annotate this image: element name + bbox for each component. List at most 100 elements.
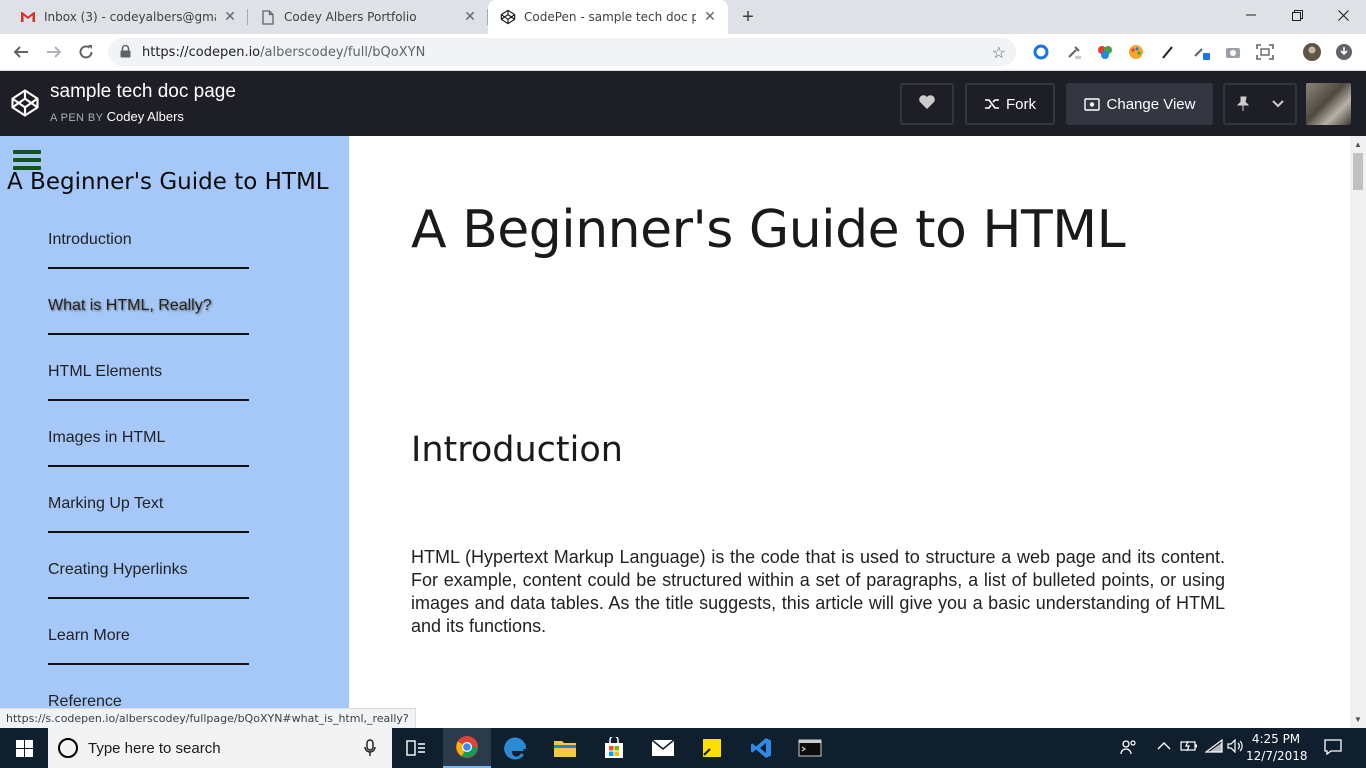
profile-avatar-icon[interactable]	[1302, 42, 1322, 62]
file-explorer-icon[interactable]	[541, 728, 589, 768]
tab-codepen[interactable]: CodePen - sample tech doc page ✕	[488, 0, 728, 34]
codepen-logo-icon[interactable]	[10, 88, 40, 123]
camera-icon[interactable]	[1223, 42, 1243, 62]
sticky-notes-icon[interactable]	[688, 728, 736, 768]
url-path: /alberscodey/full/bQoXYN	[260, 45, 426, 60]
lock-icon	[120, 44, 131, 63]
reload-icon[interactable]	[74, 40, 98, 64]
nav-link-hyperlinks[interactable]: Creating Hyperlinks	[48, 533, 249, 599]
system-clock[interactable]: 4:25 PM 12/7/2018	[1246, 731, 1308, 765]
nav-link-marking-up-text[interactable]: Marking Up Text	[48, 467, 249, 533]
url-text: https://codepen.io/alberscodey/full/bQoX…	[142, 45, 425, 60]
dropper-badge-icon[interactable]	[1192, 42, 1212, 62]
pen-byline: A PEN BY Codey Albers	[50, 109, 184, 124]
bookmark-star-icon[interactable]: ☆	[992, 43, 1006, 63]
nav-link-label: What is HTML, Really?	[48, 297, 212, 314]
battery-icon[interactable]	[1180, 739, 1198, 756]
nav-link-label: Introduction	[48, 231, 132, 248]
nav-link-introduction[interactable]: Introduction	[48, 203, 249, 269]
browser-tab-strip: Inbox (3) - codeyalbers@gmail.co ✕ Codey…	[0, 0, 1366, 34]
clock-date: 12/7/2018	[1246, 749, 1308, 763]
scroll-down-icon[interactable]: ▼	[1354, 715, 1362, 724]
nav-link-images[interactable]: Images in HTML	[48, 401, 249, 467]
microphone-icon[interactable]	[364, 739, 376, 762]
nav-link-learn-more[interactable]: Learn More	[48, 599, 249, 665]
palette-icon[interactable]	[1126, 42, 1146, 62]
sidebar-nav: A Beginner's Guide to HTML Introduction …	[0, 136, 349, 728]
terminal-icon[interactable]	[786, 728, 834, 768]
restore-button[interactable]	[1274, 0, 1320, 30]
people-icon[interactable]	[1120, 739, 1138, 758]
task-view-icon[interactable]	[392, 728, 440, 768]
codepen-header: sample tech doc page A PEN BY Codey Albe…	[0, 71, 1366, 136]
wifi-icon[interactable]	[1204, 738, 1223, 756]
notifications-icon[interactable]	[1324, 739, 1342, 758]
hamburger-menu-icon[interactable]	[13, 150, 41, 170]
nav-link-label: HTML Elements	[48, 363, 163, 380]
nav-link-label: Creating Hyperlinks	[48, 561, 188, 578]
chevron-down-icon[interactable]	[1272, 100, 1284, 108]
nav-link-label: Learn More	[48, 627, 130, 644]
gmail-icon	[20, 9, 36, 25]
fork-icon	[984, 97, 1000, 111]
minimize-button[interactable]	[1228, 0, 1274, 30]
like-button[interactable]	[900, 83, 954, 125]
taskbar-search-box[interactable]: Type here to search	[48, 728, 392, 768]
url-host: https://codepen.io	[142, 45, 261, 60]
codepen-icon	[500, 9, 516, 25]
new-tab-button[interactable]: +	[736, 5, 760, 29]
tray-chevron-up-icon[interactable]	[1157, 739, 1171, 754]
nav-link-label: Images in HTML	[48, 429, 166, 446]
fork-label: Fork	[1006, 95, 1036, 113]
change-view-icon	[1083, 97, 1100, 111]
change-view-button[interactable]: Change View	[1066, 83, 1213, 125]
close-tab-icon[interactable]: ✕	[222, 9, 238, 25]
tab-title: CodePen - sample tech doc page	[524, 10, 696, 24]
pin-icon	[1236, 96, 1250, 112]
nav-link-what-is-html[interactable]: What is HTML, Really?	[48, 269, 249, 335]
section-heading-introduction: Introduction	[411, 430, 623, 470]
close-tab-icon[interactable]: ✕	[702, 9, 718, 25]
address-bar[interactable]: https://codepen.io/alberscodey/full/bQoX…	[108, 38, 1016, 66]
chrome-menu-icon[interactable]	[1334, 42, 1354, 62]
nav-link-label: Marking Up Text	[48, 495, 164, 512]
scrollbar-thumb[interactable]	[1353, 153, 1363, 190]
extension-circle-icon[interactable]	[1031, 42, 1051, 62]
user-avatar[interactable]	[1306, 83, 1351, 125]
link-status-bar: https://s.codepen.io/alberscodey/fullpag…	[0, 708, 416, 728]
volume-icon[interactable]	[1227, 738, 1245, 756]
fork-button[interactable]: Fork	[965, 83, 1055, 125]
tab-title: Inbox (3) - codeyalbers@gmail.co	[44, 10, 216, 24]
page-scrollbar[interactable]: ▲ ▼	[1350, 136, 1366, 728]
sidebar-title: A Beginner's Guide to HTML	[7, 169, 329, 195]
windows-taskbar: Type here to search 4:25 PM 12/7/2018	[0, 728, 1366, 768]
tab-gmail-inbox[interactable]: Inbox (3) - codeyalbers@gmail.co ✕	[8, 0, 248, 34]
chrome-taskbar-icon[interactable]	[443, 728, 491, 768]
nav-link-html-elements[interactable]: HTML Elements	[48, 335, 249, 401]
intro-paragraph: HTML (Hypertext Markup Language) is the …	[411, 547, 1225, 636]
mail-icon[interactable]	[639, 728, 687, 768]
close-window-button[interactable]	[1320, 0, 1366, 30]
change-view-label: Change View	[1106, 95, 1196, 113]
back-icon[interactable]	[9, 40, 33, 64]
main-content: A Beginner's Guide to HTML Introduction …	[349, 136, 1350, 728]
forward-icon[interactable]	[42, 40, 66, 64]
pin-button[interactable]	[1223, 83, 1297, 125]
vscode-icon[interactable]	[737, 728, 785, 768]
edge-taskbar-icon[interactable]	[492, 728, 540, 768]
windows-start-icon[interactable]	[0, 728, 48, 768]
pen-title: sample tech doc page	[50, 81, 236, 102]
tab-portfolio[interactable]: Codey Albers Portfolio ✕	[248, 0, 488, 34]
close-tab-icon[interactable]: ✕	[462, 9, 478, 25]
browser-toolbar: https://codepen.io/alberscodey/full/bQoX…	[0, 34, 1366, 71]
scroll-up-icon[interactable]: ▲	[1354, 140, 1362, 149]
screenshot-icon[interactable]	[1255, 42, 1275, 62]
page-icon	[260, 9, 276, 25]
color-picker-icon[interactable]	[1095, 42, 1115, 62]
cortana-icon	[58, 738, 78, 758]
clock-time: 4:25 PM	[1251, 732, 1301, 746]
pen-icon[interactable]	[1158, 42, 1178, 62]
store-icon[interactable]	[590, 728, 638, 768]
eyedropper-icon[interactable]	[1064, 42, 1084, 62]
pen-author-link[interactable]: Codey Albers	[107, 109, 184, 124]
